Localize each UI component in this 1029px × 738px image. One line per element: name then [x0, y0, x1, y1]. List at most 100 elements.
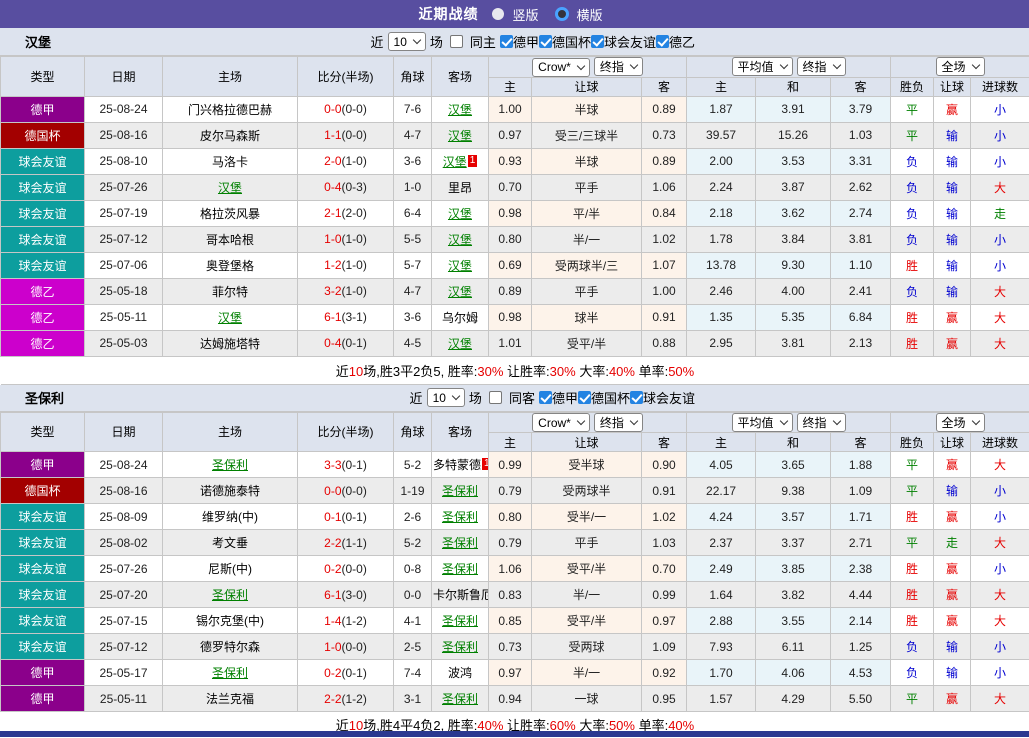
focus-team-link[interactable]: 汉堡 [448, 233, 472, 247]
league-checkbox[interactable] [655, 35, 669, 48]
focus-team-link[interactable]: 圣保利 [212, 666, 248, 680]
home-odds-cell: 0.83 [488, 581, 532, 608]
home-odds-cell: 1.06 [488, 555, 532, 582]
halftime-score: (2-0) [341, 206, 367, 220]
period-select[interactable]: 全场 [935, 57, 985, 77]
bookmaker-select[interactable]: Crow* [532, 413, 590, 432]
focus-team-link[interactable]: 圣保利 [442, 640, 478, 654]
halftime-score: (0-0) [341, 128, 367, 142]
goals-result-cell: 小 [970, 633, 1029, 660]
competition-cell: 球会友谊 [0, 173, 85, 201]
competition-cell: 德乙 [0, 303, 85, 331]
focus-team-link[interactable]: 汉堡 [448, 129, 472, 143]
same-venue-checkbox[interactable] [488, 391, 502, 404]
average-select[interactable]: 平均值 [731, 412, 793, 432]
goals-result-cell: 小 [970, 147, 1029, 175]
score-cell: 0-2(0-1) [297, 659, 394, 686]
focus-team-link[interactable]: 圣保利 [442, 614, 478, 628]
focus-team-link[interactable]: 汉堡 [448, 103, 472, 117]
handicap-result-cell: 输 [933, 277, 972, 305]
league-checkbox-label: 德甲 [512, 35, 539, 50]
recent-label: 近 [409, 391, 423, 406]
goals-result-cell: 小 [970, 503, 1029, 530]
avg-draw-cell: 3.55 [755, 607, 832, 634]
handicap-cell: 半/一 [531, 659, 642, 686]
col-header-home: 主场 [162, 411, 298, 452]
avg-time-select[interactable]: 终指 [796, 57, 846, 77]
score-cell: 1-2(1-0) [297, 251, 394, 279]
avg-draw-cell: 3.82 [755, 581, 832, 608]
match-count-select[interactable]: 10 [387, 32, 426, 51]
league-checkbox[interactable] [538, 391, 552, 404]
away-odds-cell: 0.91 [640, 477, 688, 504]
league-checkbox[interactable] [577, 391, 591, 404]
horizontal-layout-radio[interactable] [554, 7, 569, 21]
focus-team-link[interactable]: 圣保利 [442, 536, 478, 550]
focus-team-link[interactable]: 汉堡 [218, 311, 242, 325]
period-select[interactable]: 全场 [935, 412, 985, 432]
results-table: 类型 日期 主场 比分(半场) 角球 客场 Crow* 终指 平均值 终指 全场 [0, 411, 1029, 737]
avg-away-cell: 6.84 [830, 303, 892, 331]
odds-time-select[interactable]: 终指 [593, 412, 643, 432]
match-count-select[interactable]: 10 [426, 388, 465, 407]
avg-draw-cell: 3.87 [755, 173, 832, 201]
col-header-handicap: 让球 [531, 432, 642, 452]
away-team-cell: 汉堡 [431, 251, 489, 279]
league-checkbox[interactable] [538, 35, 552, 48]
home-team-cell: 圣保利 [162, 451, 298, 478]
focus-team-link[interactable]: 圣保利 [212, 588, 248, 602]
league-checkbox[interactable] [499, 35, 513, 48]
avg-away-cell: 1.09 [830, 477, 892, 504]
avg-away-cell: 4.44 [830, 581, 892, 608]
team-name-text: 锡尔克堡(中) [196, 614, 264, 628]
focus-team-link[interactable]: 圣保利 [442, 510, 478, 524]
league-checkbox[interactable] [590, 35, 604, 48]
date-cell: 25-08-16 [84, 477, 163, 504]
summary-text: 大率: [575, 363, 609, 379]
focus-team-link[interactable]: 圣保利 [442, 562, 478, 576]
avg-home-cell: 2.49 [686, 555, 757, 582]
bookmaker-select[interactable]: Crow* [532, 57, 590, 77]
team-name-text: 尼斯(中) [208, 562, 252, 576]
focus-team-link[interactable]: 圣保利 [442, 692, 478, 706]
corner-cell: 6-4 [393, 199, 432, 227]
wdl-result-cell: 负 [890, 173, 935, 201]
focus-team-link[interactable]: 汉堡 [448, 337, 472, 351]
odds-time-select[interactable]: 终指 [593, 57, 643, 76]
focus-team-link[interactable]: 汉堡 [448, 259, 472, 273]
focus-team-link[interactable]: 汉堡 [443, 155, 467, 169]
focus-team-link[interactable]: 圣保利 [212, 458, 248, 472]
avg-draw-cell: 4.29 [755, 685, 832, 712]
vertical-layout-label[interactable]: 竖版 [512, 5, 538, 24]
table-row: 球会友谊 25-07-06 奥登堡格 1-2(1-0) 5-7 汉堡 0.69 受两球半/三 1… [0, 251, 1029, 279]
average-select[interactable]: 平均值 [731, 57, 793, 77]
horizontal-layout-label[interactable]: 横版 [577, 5, 603, 24]
same-venue-checkbox[interactable] [449, 35, 463, 48]
fulltime-score: 3-3 [324, 457, 342, 472]
period-headers: 全场 [890, 411, 1029, 433]
corner-cell: 2-6 [393, 503, 432, 530]
focus-team-link[interactable]: 汉堡 [448, 207, 472, 221]
league-checkbox[interactable] [629, 391, 643, 404]
focus-team-link[interactable]: 汉堡 [218, 181, 242, 195]
corner-cell: 3-6 [393, 147, 432, 175]
avg-away-cell: 1.88 [830, 451, 892, 478]
goals-result-cell: 大 [970, 303, 1029, 331]
focus-team-link[interactable]: 圣保利 [442, 484, 478, 498]
col-header-avg-h: 主 [686, 432, 757, 452]
summary-stat-value: 30% [477, 363, 504, 379]
wdl-result-cell: 平 [890, 685, 935, 712]
wdl-result-cell: 负 [890, 199, 935, 227]
avg-time-select[interactable]: 终指 [796, 412, 846, 432]
filter-controls: 近 10 场 同客 德甲 德国杯 球会友谊 [410, 388, 695, 407]
away-team-cell: 多特蒙德1 [431, 451, 489, 478]
home-team-cell: 圣保利 [162, 659, 298, 686]
vertical-layout-radio[interactable] [492, 8, 505, 20]
handicap-source-headers: Crow* 终指 [487, 56, 688, 78]
home-odds-cell: 0.80 [488, 225, 532, 253]
table-row: 德乙 25-05-11 汉堡 6-1(3-1) 3-6 乌尔姆 0.98 球半 0.91 1.35… [0, 303, 1029, 331]
goals-result-cell: 大 [970, 451, 1029, 478]
handicap-result-cell: 赢 [933, 329, 972, 357]
handicap-cell: 半球 [531, 147, 642, 175]
focus-team-link[interactable]: 汉堡 [448, 285, 472, 299]
